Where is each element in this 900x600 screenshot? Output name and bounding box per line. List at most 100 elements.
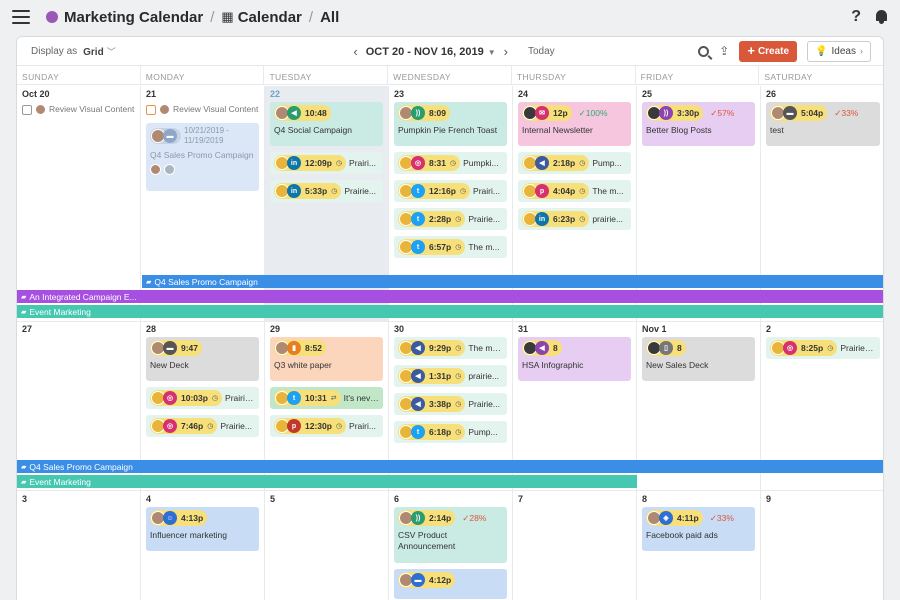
event-card[interactable]: )) 3:30p ✓57% Better Blog Posts xyxy=(642,102,755,146)
people-icon: ☺ xyxy=(163,511,177,525)
breadcrumb-root[interactable]: Marketing Calendar xyxy=(64,9,203,26)
event-time: 12:16p xyxy=(429,186,456,196)
bell-icon[interactable] xyxy=(875,10,888,24)
event-card[interactable]: ▬ 5:04p ✓33% test xyxy=(766,102,880,146)
twitter-icon: t xyxy=(411,240,425,254)
event-title: New Deck xyxy=(150,360,189,370)
day-header-row: SUNDAY MONDAY TUESDAY WEDNESDAY THURSDAY… xyxy=(17,66,883,85)
event-card[interactable]: in 5:33p ◷ Prairie... xyxy=(270,180,383,202)
ideas-button[interactable]: 💡 Ideas › xyxy=(807,40,871,62)
percent-value: 33% xyxy=(841,107,859,118)
task-item[interactable]: Review Visual Content xyxy=(22,104,135,115)
event-time: 5:33p xyxy=(305,186,328,196)
event-text: Prairie... xyxy=(468,399,500,409)
today-button[interactable]: Today xyxy=(528,46,555,57)
linkedin-icon: in xyxy=(287,184,301,198)
next-range-button[interactable]: › xyxy=(496,44,516,59)
event-card[interactable]: ▬ 4:12p xyxy=(394,569,507,599)
breadcrumb-calendar[interactable]: Calendar xyxy=(238,9,302,26)
event-title: CSV Product Announcement xyxy=(398,530,456,551)
event-text: The m... xyxy=(592,186,624,196)
banner-label: Event Marketing xyxy=(29,306,91,317)
event-card[interactable]: t 12:16p ◷ Prairi... xyxy=(394,180,507,202)
search-icon[interactable] xyxy=(698,45,710,57)
instagram-icon: ◎ xyxy=(411,156,425,170)
event-card[interactable]: ◀ 8 HSA Infographic xyxy=(518,337,631,381)
day-cell[interactable]: 3 xyxy=(17,491,141,600)
day-header: THURSDAY xyxy=(512,66,636,84)
owner-pill: ▬ 5:04p xyxy=(770,105,828,121)
event-card[interactable]: p 12:30p ◷ Prairi... xyxy=(270,415,383,437)
owner-pill: ▬ 4:12p xyxy=(398,572,456,588)
day-cell[interactable]: 8 ◈ 4:11p ✓33% Facebook paid ads xyxy=(637,491,761,600)
event-card[interactable]: ▯ 8 New Sales Deck xyxy=(642,337,755,381)
event-card[interactable]: ◀ 1:31p ◷ prairie... xyxy=(394,365,507,387)
campaign-card[interactable]: ▬ 10/21/2019 - 11/19/2019 Q4 Sales Promo… xyxy=(146,123,259,191)
megaphone-icon: ◀ xyxy=(411,341,425,355)
event-card[interactable]: ◀ 9:29p ◷ The mo... xyxy=(394,337,507,359)
event-card[interactable]: t 2:28p ◷ Prairie... xyxy=(394,208,507,230)
campaign-banner[interactable]: ▰ Event Marketing xyxy=(17,305,883,318)
event-card[interactable]: ◎ 8:31 ◷ Pumpki... xyxy=(394,152,507,174)
date-number: 5 xyxy=(270,494,276,504)
event-card[interactable]: t 6:57p ◷ The m... xyxy=(394,236,507,258)
event-card[interactable]: t 10:31⇄ It's never ... xyxy=(270,387,383,409)
date-range-select[interactable]: OCT 20 - NOV 16, 2019 ▼ xyxy=(366,46,496,58)
event-card[interactable]: ◎ 10:03p ◷ Prairie... xyxy=(146,387,259,409)
day-cell[interactable]: 6 )) 2:14p ✓28% CSV Product Announcement ▬… xyxy=(389,491,513,600)
owner-pill: )) 8:09 xyxy=(398,105,451,121)
owner-pill: ◎ 8:31 ◷ xyxy=(398,155,461,171)
owner-pill: t 12:16p ◷ xyxy=(398,183,471,199)
event-card[interactable]: ◈ 4:11p ✓33% Facebook paid ads xyxy=(642,507,755,551)
event-card[interactable]: ◀ 3:38p ◷ Prairie... xyxy=(394,393,507,415)
campaign-banner[interactable]: ▰ Q4 Sales Promo Campaign xyxy=(142,275,883,288)
day-cell[interactable]: 5 xyxy=(265,491,389,600)
day-cell[interactable]: 4 ☺ 4:13p Influencer marketing xyxy=(141,491,265,600)
event-title: New Sales Deck xyxy=(646,360,709,370)
hamburger-icon[interactable] xyxy=(12,10,30,24)
event-time: 3:38p xyxy=(429,399,452,409)
checkbox[interactable] xyxy=(22,105,32,115)
percent-value: 100% xyxy=(585,107,608,118)
banner-label: Event Marketing xyxy=(29,476,91,487)
megaphone-icon: ◀ xyxy=(535,156,549,170)
date-number: 27 xyxy=(22,324,33,334)
event-title: Q4 Social Campaign xyxy=(274,125,352,135)
event-card[interactable]: ◎ 7:46p ◷ Prairie... xyxy=(146,415,259,437)
event-card[interactable]: ◎ 8:25p ◷ Prairies... xyxy=(766,337,880,359)
event-card[interactable]: ▬ 9:47 New Deck xyxy=(146,337,259,381)
help-icon[interactable]: ? xyxy=(851,8,861,26)
breadcrumb-view[interactable]: All xyxy=(320,9,339,26)
day-cell[interactable]: Oct 20 Review Visual Content xyxy=(17,86,141,322)
event-time: 8 xyxy=(677,343,682,353)
day-cell[interactable]: 9 xyxy=(761,491,883,600)
event-card[interactable]: p 4:04p ◷ The m... xyxy=(518,180,631,202)
completion-percent: ✓33% xyxy=(834,108,858,119)
task-item[interactable]: Review Visual Content xyxy=(146,104,259,115)
event-card[interactable]: ✉ 12p ✓100% Internal Newsletter xyxy=(518,102,631,146)
previous-range-button[interactable]: ‹ xyxy=(345,44,365,59)
event-card[interactable]: ◀ 10:48 Q4 Social Campaign xyxy=(270,102,383,146)
event-card[interactable]: in 6:23p ◷ prairie... xyxy=(518,208,631,230)
event-card[interactable]: in 12:09p ◷ Prairi... xyxy=(270,152,383,174)
clock-icon: ◷ xyxy=(335,160,343,167)
event-card[interactable]: ☺ 4:13p Influencer marketing xyxy=(146,507,259,551)
date-number: 31 xyxy=(518,324,529,334)
event-time: 4:11p xyxy=(677,513,699,523)
share-icon[interactable]: ⇪ xyxy=(719,44,729,58)
display-mode-select[interactable]: Grid ﹀ xyxy=(83,45,116,58)
event-card[interactable]: )) 2:14p ✓28% CSV Product Announcement xyxy=(394,507,507,563)
event-card[interactable]: )) 8:09 Pumpkin Pie French Toast xyxy=(394,102,507,146)
event-text: Pumpki... xyxy=(463,158,499,168)
day-cell[interactable]: 7 xyxy=(513,491,637,600)
event-card[interactable]: ◀ 2:18p ◷ Pump... xyxy=(518,152,631,174)
event-card[interactable]: ▮ 8:52 Q3 white paper xyxy=(270,337,383,381)
create-button[interactable]: + Create xyxy=(739,40,798,62)
folder-icon: ▬ xyxy=(163,129,177,143)
campaign-banner[interactable]: ▰ Q4 Sales Promo Campaign xyxy=(17,460,883,473)
event-card[interactable]: t 6:18p ◷ Pump... xyxy=(394,421,507,443)
checkbox[interactable] xyxy=(146,105,156,115)
megaphone-icon: ◀ xyxy=(535,341,549,355)
campaign-banner[interactable]: ▰ Event Marketing xyxy=(17,475,637,488)
campaign-banner[interactable]: ▰ An Integrated Campaign E... xyxy=(17,290,883,303)
